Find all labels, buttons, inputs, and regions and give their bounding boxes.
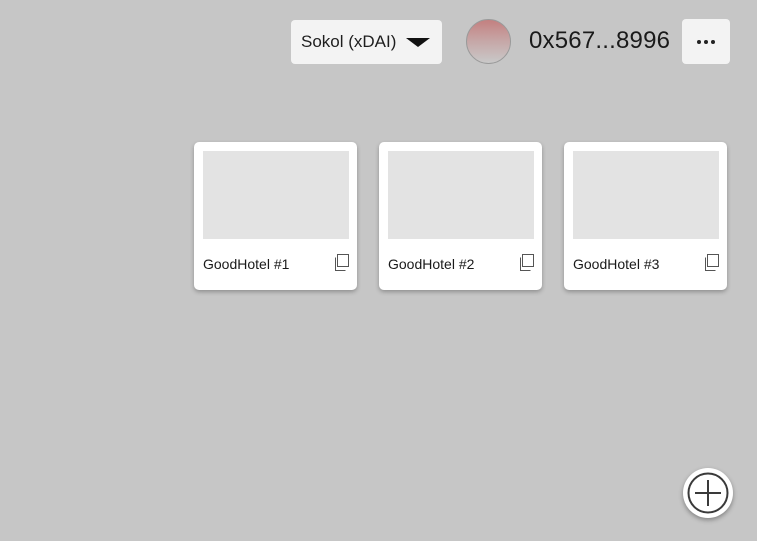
- app-page: Sokol (xDAI) 0x567...8996 GoodHotel #1 G…: [0, 0, 757, 541]
- hotel-card-title: GoodHotel #3: [573, 256, 660, 272]
- network-select-value: Sokol (xDAI): [301, 32, 397, 51]
- account-avatar[interactable]: [466, 19, 511, 64]
- caret-down-icon: [406, 38, 430, 47]
- hotel-card[interactable]: GoodHotel #2: [379, 142, 542, 290]
- add-hotel-button[interactable]: [683, 468, 733, 518]
- account-address[interactable]: 0x567...8996: [529, 27, 670, 55]
- hotel-card-thumbnail: [203, 151, 349, 239]
- copy-icon[interactable]: [703, 254, 719, 271]
- copy-icon[interactable]: [518, 254, 534, 271]
- copy-icon[interactable]: [333, 254, 349, 271]
- more-options-button[interactable]: [682, 19, 730, 64]
- hotel-card[interactable]: GoodHotel #1: [194, 142, 357, 290]
- hotel-card-thumbnail: [573, 151, 719, 239]
- hotel-card-thumbnail: [388, 151, 534, 239]
- more-horizontal-icon: [697, 39, 715, 44]
- hotel-card-title: GoodHotel #2: [388, 256, 475, 272]
- plus-circle-icon: [687, 472, 729, 514]
- network-select[interactable]: Sokol (xDAI): [291, 20, 442, 64]
- hotel-card-title: GoodHotel #1: [203, 256, 290, 272]
- hotel-card[interactable]: GoodHotel #3: [564, 142, 727, 290]
